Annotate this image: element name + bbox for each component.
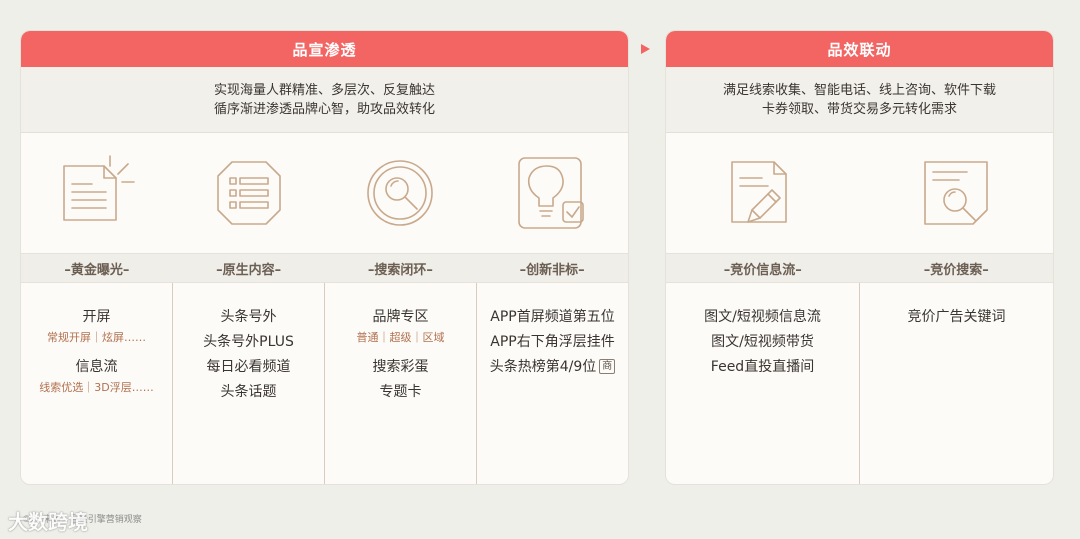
flow-arrow-icon [641, 44, 650, 54]
brand-watermark: 大数跨境 [8, 510, 88, 534]
description-line: 循序渐进渗透品牌心智，助攻品效转化 [213, 101, 435, 117]
list-item: APP右下角浮层挂件 [490, 334, 615, 350]
content-column: APP首屏频道第五位 APP右下角浮层挂件 头条热榜第4/9位商 [476, 283, 628, 484]
list-item-sub: 常规开屏｜炫屏…… [47, 331, 146, 344]
list-item-sub: 普通｜超级｜区域 [356, 331, 445, 344]
list-item-sub: 线索优选｜3D浮层…… [39, 381, 154, 394]
content-column: 头条号外 头条号外PLUS 每日必看频道 头条话题 [172, 283, 324, 484]
list-item: 图文/短视频带货 [711, 334, 814, 350]
content-row: 图文/短视频信息流 图文/短视频带货 Feed直投直播间 竞价广告关键词 [666, 283, 1053, 484]
category-label: –竞价搜索– [923, 262, 989, 278]
list-item: 头条话题 [220, 384, 277, 400]
icon-row [21, 133, 628, 253]
list-item: 搜索彩蛋 [372, 359, 429, 375]
list-item: 竞价广告关键词 [907, 309, 1006, 325]
document-pen-icon [730, 161, 787, 223]
category-label: –创新非标– [519, 262, 585, 278]
brand-penetration-panel: 品宣渗透 实现海量人群精准、多层次、反复触达 循序渐进渗透品牌心智，助攻品效转化 [20, 30, 629, 485]
list-item: 头条号外PLUS [203, 334, 294, 350]
category-label-row: –黄金曝光– –原生内容– –搜索闭环– –创新非标– [21, 253, 628, 283]
list-item: APP首屏频道第五位 [490, 309, 615, 325]
panel-description: 满足线索收集、智能电话、线上咨询、软件下载 卡券领取、带货交易多元转化需求 [666, 67, 1053, 133]
description-line: 卡券领取、带货交易多元转化需求 [761, 101, 957, 117]
list-item: 品牌专区 [372, 309, 429, 325]
list-item-text: 头条热榜第4/9位 [489, 359, 597, 375]
category-label: –原生内容– [216, 262, 282, 278]
content-column: 图文/短视频信息流 图文/短视频带货 Feed直投直播间 [666, 283, 859, 484]
list-item: 信息流 [75, 359, 118, 375]
magnify-circle-icon [367, 160, 434, 226]
category-label-row: –竞价信息流– –竞价搜索– [666, 253, 1053, 283]
icon-row [666, 133, 1053, 253]
category-label: –竞价信息流– [723, 262, 802, 278]
category-label: –搜索闭环– [367, 262, 433, 278]
content-column: 竞价广告关键词 [859, 283, 1053, 484]
list-item: 头条号外 [220, 309, 277, 325]
category-label: –黄金曝光– [64, 262, 130, 278]
list-item: 专题卡 [379, 384, 422, 400]
commerce-badge: 商 [599, 359, 616, 374]
list-item: Feed直投直播间 [710, 359, 815, 375]
document-spark-icon [63, 155, 135, 221]
content-row: 开屏 常规开屏｜炫屏…… 信息流 线索优选｜3D浮层…… 头条号外 头条号外PL… [21, 283, 628, 484]
document-search-icon [924, 161, 989, 225]
panel-description: 实现海量人群精准、多层次、反复触达 循序渐进渗透品牌心智，助攻品效转化 [21, 67, 628, 133]
list-item: 每日必看频道 [206, 359, 291, 375]
description-line: 满足线索收集、智能电话、线上咨询、软件下载 [722, 82, 996, 98]
panel-title: 品效联动 [666, 31, 1053, 67]
content-column: 开屏 常规开屏｜炫屏…… 信息流 线索优选｜3D浮层…… [21, 283, 172, 484]
performance-linkage-panel: 品效联动 满足线索收集、智能电话、线上咨询、软件下载 卡券领取、带货交易多元转化… [665, 30, 1054, 485]
description-line: 实现海量人群精准、多层次、反复触达 [213, 82, 435, 98]
content-column: 品牌专区 普通｜超级｜区域 搜索彩蛋 专题卡 [324, 283, 476, 484]
list-item: 开屏 [82, 309, 111, 325]
list-item: 头条热榜第4/9位商 [490, 355, 616, 380]
panel-title: 品宣渗透 [21, 31, 628, 67]
lightbulb-check-icon [518, 157, 584, 229]
list-card-icon [216, 161, 281, 225]
list-item: 图文/短视频信息流 [704, 309, 821, 325]
